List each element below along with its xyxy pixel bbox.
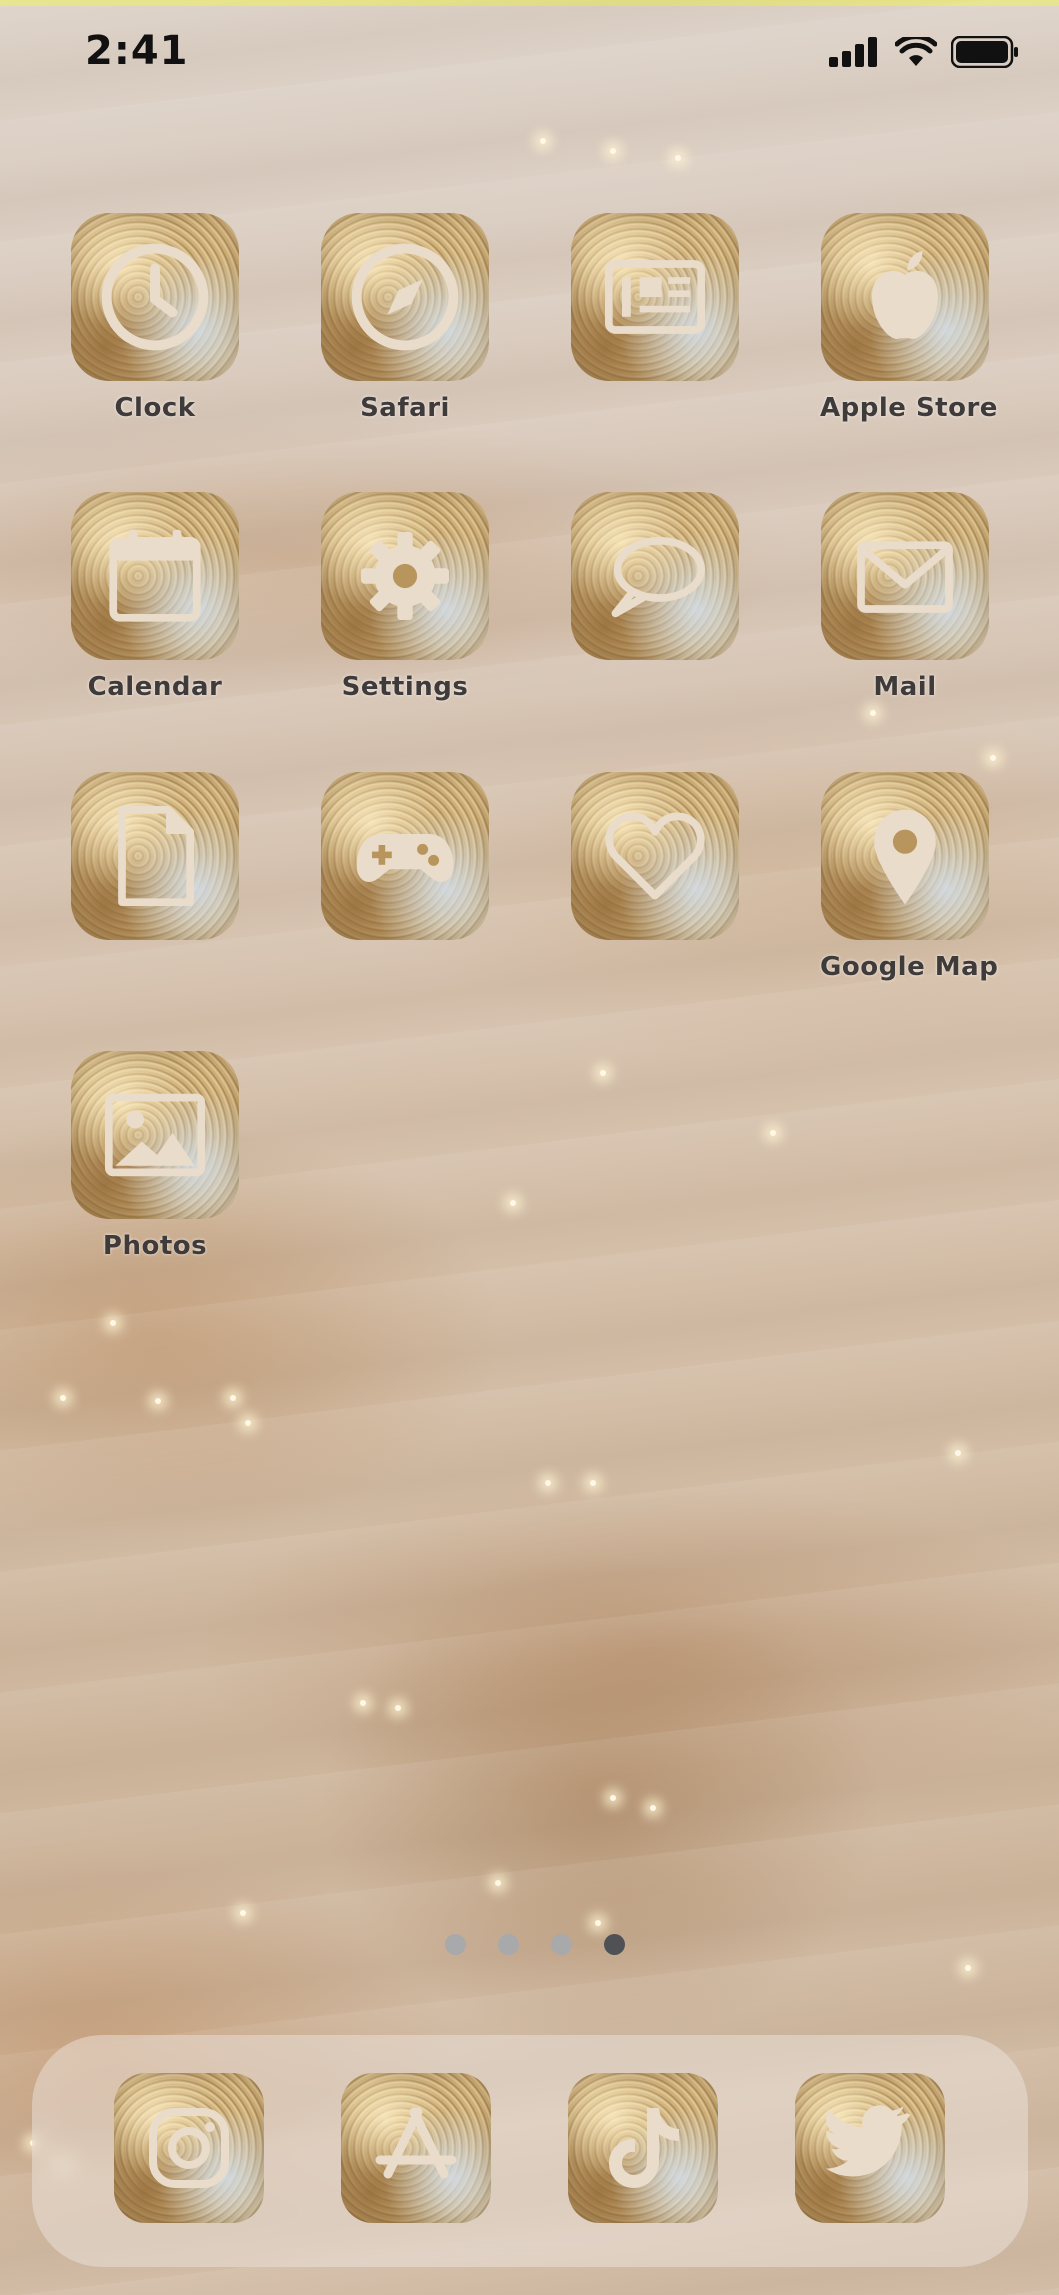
app-label: Clock: [114, 393, 196, 423]
app-photos[interactable]: Photos: [70, 1051, 240, 1263]
speech-bubble-icon: [611, 536, 706, 618]
apple-logo-icon: [872, 250, 938, 339]
app-calendar[interactable]: Calendar: [70, 492, 240, 704]
app-clock[interactable]: Clock: [70, 213, 240, 425]
calendar-icon: [109, 529, 201, 622]
app-tile[interactable]: [568, 2073, 718, 2223]
app-tile[interactable]: [114, 2073, 264, 2223]
app-tile[interactable]: [821, 213, 989, 381]
twitter-bird-icon: [826, 2105, 911, 2177]
dock: [32, 2035, 1028, 2267]
app-label: Settings: [341, 672, 469, 702]
app-tile[interactable]: [321, 772, 489, 940]
app-games[interactable]: [320, 772, 490, 984]
dock-app-tiktok[interactable]: [568, 2073, 718, 2223]
app-label: [320, 952, 490, 984]
app-mail[interactable]: Mail: [820, 492, 990, 704]
page-dot[interactable]: [445, 1934, 466, 1955]
page-dot[interactable]: [498, 1934, 519, 1955]
app-news[interactable]: [570, 213, 740, 425]
heart-icon: [605, 812, 705, 900]
status-bar: 2:41: [0, 0, 1059, 100]
app-apple-store[interactable]: Apple Store: [820, 213, 998, 425]
app-messages[interactable]: [570, 492, 740, 704]
app-tile[interactable]: [71, 1051, 239, 1219]
app-tile[interactable]: [821, 492, 989, 660]
app-tile[interactable]: [71, 772, 239, 940]
dock-app-instagram[interactable]: [114, 2073, 264, 2223]
app-tile[interactable]: [821, 772, 989, 940]
app-tile[interactable]: [71, 492, 239, 660]
app-google-map[interactable]: Google Map: [820, 772, 999, 984]
document-icon: [118, 805, 195, 907]
app-tile[interactable]: [71, 213, 239, 381]
app-label: Calendar: [87, 672, 223, 702]
newspaper-icon: [604, 260, 706, 334]
app-store-icon: [375, 2107, 457, 2179]
page-indicator[interactable]: [445, 1934, 625, 1955]
app-label: Mail: [873, 672, 937, 702]
app-tile[interactable]: [571, 772, 739, 940]
app-tile[interactable]: [571, 492, 739, 660]
tiktok-icon: [609, 2108, 679, 2188]
battery-icon: [951, 36, 1018, 68]
clock-icon: [101, 243, 209, 351]
app-label: Apple Store: [820, 393, 998, 423]
app-label: Photos: [102, 1231, 208, 1261]
status-icons: [829, 36, 1019, 68]
app-label: [570, 672, 740, 704]
app-label: Google Map: [820, 952, 999, 982]
page-dot-current[interactable]: [604, 1934, 625, 1955]
wifi-icon: [895, 37, 937, 66]
app-tile[interactable]: [321, 213, 489, 381]
app-label: [570, 952, 740, 984]
app-settings[interactable]: Settings: [320, 492, 490, 704]
app-tile[interactable]: [795, 2073, 945, 2223]
cellular-signal-icon: [829, 37, 877, 67]
app-files[interactable]: [70, 772, 240, 984]
gamepad-icon: [356, 834, 454, 882]
instagram-icon: [149, 2108, 229, 2188]
app-safari[interactable]: Safari: [320, 213, 490, 425]
status-time: 2:41: [85, 28, 189, 74]
map-pin-icon: [874, 809, 936, 905]
dock-app-app-store[interactable]: [341, 2073, 491, 2223]
app-label: [570, 393, 740, 425]
app-label: Safari: [360, 393, 450, 423]
image-icon: [104, 1093, 206, 1177]
envelope-icon: [857, 541, 953, 613]
compass-icon: [351, 243, 459, 351]
dock-app-twitter[interactable]: [795, 2073, 945, 2223]
page-dot[interactable]: [551, 1934, 572, 1955]
app-tile[interactable]: [341, 2073, 491, 2223]
app-label: [70, 952, 240, 984]
app-tile[interactable]: [571, 213, 739, 381]
gear-icon: [361, 532, 449, 620]
app-tile[interactable]: [321, 492, 489, 660]
app-health[interactable]: [570, 772, 740, 984]
